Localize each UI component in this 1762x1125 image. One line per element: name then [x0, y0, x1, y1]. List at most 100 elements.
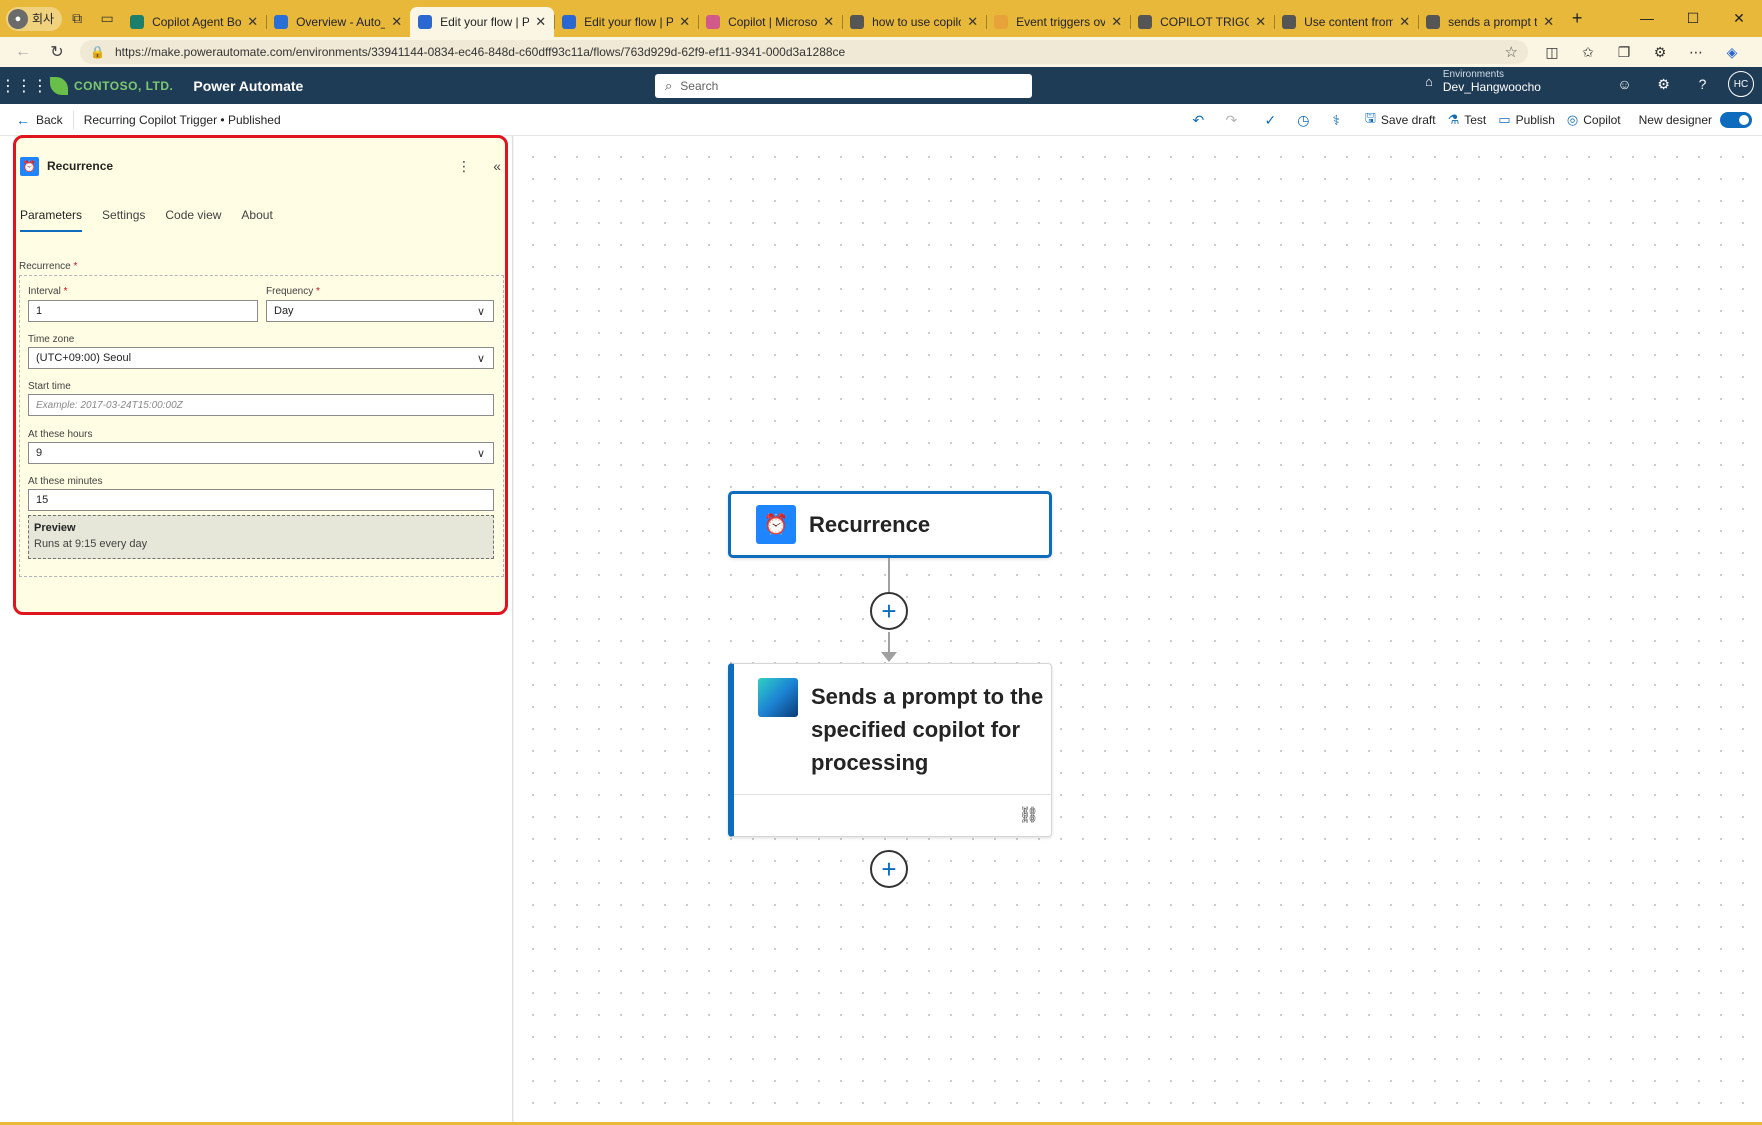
back-button[interactable]: ← Back	[16, 112, 63, 128]
tab-title: Edit your flow | Power Automate	[440, 14, 530, 29]
recurrence-trigger-card[interactable]: ⏰ Recurrence	[728, 491, 1052, 558]
collections-icon[interactable]: ❐	[1606, 44, 1642, 61]
tab-parameters[interactable]: Parameters	[20, 208, 83, 232]
tab-favicon-icon	[418, 14, 433, 29]
browser-tabstrip: ● 회사 ⧉ ▭ Copilot Agent BootCamp✕Overview…	[0, 0, 1762, 37]
browser-tab[interactable]: Overview - Auto_Report ✕	[266, 7, 410, 37]
copilot-browser-icon[interactable]: ◈	[1714, 44, 1750, 61]
add-step-button[interactable]: +	[870, 850, 908, 888]
interval-input[interactable]: 1	[28, 300, 258, 322]
tab-title: how to use copilot trigger	[872, 14, 961, 29]
search-input[interactable]: ⌕ Search	[655, 74, 1032, 98]
clock-icon: ⏰	[756, 505, 796, 544]
tab-code-view[interactable]: Code view	[165, 208, 221, 232]
collapse-panel-icon[interactable]: «	[493, 158, 501, 174]
undo-icon[interactable]: ↶	[1182, 112, 1215, 129]
tab-about[interactable]: About	[241, 208, 272, 232]
more-menu-icon[interactable]: ⋯	[1678, 44, 1714, 61]
test-button[interactable]: ⚗ Test	[1448, 112, 1487, 128]
close-tab-icon[interactable]: ✕	[1399, 14, 1410, 30]
close-tab-icon[interactable]: ✕	[1111, 14, 1122, 30]
copilot-studio-icon	[758, 678, 798, 717]
chevron-down-icon: ∨	[476, 306, 485, 318]
designer-canvas[interactable]	[514, 136, 1762, 1122]
connection-link-icon[interactable]: ⛓	[1019, 805, 1039, 825]
help-icon[interactable]: ?	[1683, 76, 1722, 92]
app-launcher-icon[interactable]: ⋮⋮⋮	[0, 76, 48, 96]
back-nav-icon[interactable]: ←	[6, 43, 40, 61]
extensions-icon[interactable]: ⚙	[1642, 44, 1678, 61]
close-tab-icon[interactable]: ✕	[391, 14, 402, 30]
close-window-icon[interactable]: ✕	[1716, 10, 1762, 27]
profile-button[interactable]: ● 회사	[6, 6, 63, 31]
browser-tab[interactable]: Edit your flow | Power Automate ✕	[410, 6, 555, 37]
browser-tab[interactable]: Event triggers overview ✕	[986, 7, 1130, 37]
start-time-input[interactable]: Example: 2017-03-24T15:00:00Z	[28, 394, 494, 416]
schedule-preview: Preview Runs at 9:15 every day	[28, 515, 494, 559]
close-tab-icon[interactable]: ✕	[967, 14, 978, 30]
close-tab-icon[interactable]: ✕	[247, 14, 258, 30]
insert-step-button[interactable]: +	[870, 592, 908, 630]
clock-icon: ⏰	[20, 156, 39, 176]
hours-label: At these hours	[28, 429, 93, 440]
health-check-icon[interactable]: ⚕	[1320, 112, 1353, 129]
browser-tab[interactable]: Copilot Agent BootCamp ✕	[122, 7, 266, 37]
close-tab-icon[interactable]: ✕	[679, 14, 690, 30]
timezone-label: Time zone	[28, 334, 75, 345]
avatar[interactable]: HC	[1728, 71, 1754, 97]
browser-tab[interactable]: sends a prompt to specified ✕	[1418, 7, 1562, 37]
tab-settings[interactable]: Settings	[102, 208, 145, 232]
version-history-icon[interactable]: ◷	[1287, 112, 1320, 129]
save-draft-button[interactable]: 🖫 Save draft	[1365, 109, 1436, 131]
chevron-down-icon: ∨	[476, 448, 485, 460]
frequency-dropdown[interactable]: Day ∨	[266, 300, 494, 322]
url-bar[interactable]: 🔒 https://make.powerautomate.com/environ…	[80, 40, 1528, 64]
refresh-icon[interactable]: ↻	[40, 42, 74, 62]
hours-dropdown[interactable]: 9 ∨	[28, 442, 494, 464]
close-tab-icon[interactable]: ✕	[823, 14, 834, 30]
new-designer-toggle[interactable]	[1720, 112, 1752, 128]
feedback-icon[interactable]: ☺	[1605, 76, 1644, 92]
favorites-icon[interactable]: ✩	[1570, 44, 1606, 61]
redo-icon[interactable]: ↷	[1215, 112, 1248, 129]
new-tab-button[interactable]: +	[1562, 8, 1592, 29]
minimize-icon[interactable]: —	[1624, 10, 1670, 27]
environment-label: Environments	[1442, 69, 1504, 80]
interval-label-text: Interval	[28, 286, 61, 297]
save-icon: 🖫	[1364, 110, 1376, 125]
favorite-star-icon[interactable]: ☆	[1505, 43, 1518, 61]
more-options-icon[interactable]: ⋮	[457, 158, 471, 175]
tab-favicon-icon	[994, 14, 1009, 29]
browser-tab[interactable]: how to use copilot trigger ✕	[842, 7, 986, 37]
browser-tab[interactable]: Use content from @tool ✕	[1274, 7, 1418, 37]
settings-gear-icon[interactable]: ⚙	[1644, 76, 1683, 93]
pane-tabs: Parameters Settings Code view About	[20, 208, 293, 232]
copilot-action-card[interactable]: Sends a prompt to the specified copilot …	[728, 663, 1052, 837]
flow-checker-icon[interactable]: ✓	[1254, 112, 1287, 129]
pane-header: ⏰ Recurrence ⋮ «	[20, 154, 501, 178]
app-name[interactable]: Power Automate	[193, 78, 303, 94]
tab-actions-icon[interactable]: ▭	[92, 6, 122, 32]
browser-tab[interactable]: Copilot | Microsoft 365 ✕	[698, 7, 842, 37]
tab-favicon-icon	[274, 14, 289, 29]
company-logo: CONTOSO, LTD.	[50, 76, 173, 95]
pane-title: Recurrence	[47, 159, 114, 173]
publish-button[interactable]: ▭ Publish	[1498, 112, 1555, 128]
url-text[interactable]: https://make.powerautomate.com/environme…	[115, 45, 1505, 59]
browser-tab[interactable]: Edit your flow | Power Automate ✕	[554, 7, 698, 37]
flask-icon: ⚗	[1447, 112, 1460, 127]
browser-tab[interactable]: COPILOT TRIGGER RECURRENCE ✕	[1130, 7, 1274, 37]
minutes-input[interactable]: 15	[28, 489, 494, 511]
copilot-button[interactable]: ◎ Copilot	[1567, 112, 1621, 128]
recurrence-fields-group: Interval * 1 Frequency * Day ∨ Time zone…	[19, 275, 504, 577]
split-screen-icon[interactable]: ◫	[1534, 44, 1570, 61]
workspaces-icon[interactable]: ⧉	[62, 6, 92, 32]
close-tab-icon[interactable]: ✕	[1543, 14, 1554, 30]
divider	[72, 110, 74, 129]
maximize-icon[interactable]: ☐	[1670, 10, 1716, 27]
tab-title: Copilot | Microsoft 365	[728, 14, 818, 29]
close-tab-icon[interactable]: ✕	[535, 14, 546, 30]
close-tab-icon[interactable]: ✕	[1255, 14, 1266, 30]
environment-picker[interactable]: ⌂ Environments Dev_Hangwoocho	[1425, 69, 1541, 94]
timezone-dropdown[interactable]: (UTC+09:00) Seoul ∨	[28, 347, 494, 369]
